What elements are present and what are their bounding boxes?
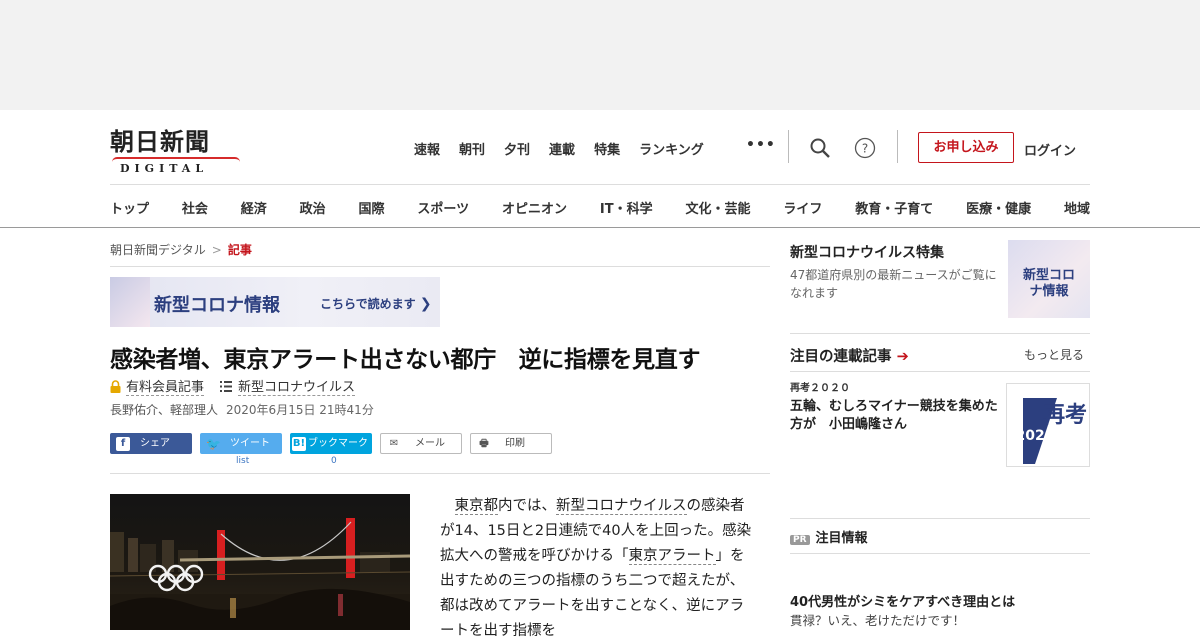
nav-rensai[interactable]: 連載 (549, 139, 575, 158)
feature-thumbnail[interactable]: 新型コロナ情報 (1008, 240, 1090, 318)
category-nav: トップ 社会 経済 政治 国際 スポーツ オピニオン IT・科学 文化・芸能 ラ… (110, 184, 1090, 217)
help-icon[interactable]: ? (854, 137, 876, 159)
divider (790, 553, 1090, 554)
breadcrumb-home[interactable]: 朝日新聞デジタル (110, 243, 206, 257)
rainbow-bridge-photo (110, 518, 410, 630)
svg-text:2020: 2020 (1016, 428, 1055, 444)
divider (790, 333, 1090, 334)
breadcrumb-current: 記事 (227, 243, 252, 257)
category-local[interactable]: 地域 (1064, 198, 1090, 217)
authors: 長野佑介、軽部理人 (110, 403, 219, 417)
svg-text:?: ? (862, 142, 868, 156)
article-body: 東京都内では、新型コロナウイルスの感染者が14、15日と2日連続で40人を上回っ… (440, 498, 752, 639)
category-health[interactable]: 医療・健康 (966, 198, 1031, 217)
site-logo[interactable]: 朝日新聞 DIGITAL (110, 124, 242, 175)
arrow-right-icon: ➔ (896, 349, 909, 365)
nav-ranking[interactable]: ランキング (639, 139, 704, 158)
top-nav: 速報 朝刊 夕刊 連載 特集 ランキング (414, 139, 723, 158)
publish-date: 2020年6月15日 21時41分 (226, 403, 374, 417)
print-button[interactable]: 🖶 印刷 (470, 433, 552, 454)
serial-thumbnail[interactable]: 再考 2020 (1006, 383, 1090, 467)
article-meta: 有料会員記事 新型コロナウイルス (110, 376, 356, 396)
hatena-bookmark-button[interactable]: B! ブックマーク (290, 433, 372, 454)
byline: 長野佑介、軽部理人 2020年6月15日 21時41分 (110, 401, 374, 418)
tokyo-link[interactable]: 東京都 (454, 498, 498, 515)
category-politics[interactable]: 政治 (300, 198, 326, 217)
list-icon (220, 380, 233, 392)
divider (110, 473, 770, 474)
breadcrumb: 朝日新聞デジタル > 記事 (110, 243, 252, 257)
mail-share-button[interactable]: ✉ メール (380, 433, 462, 454)
corona-info-banner[interactable]: 新型コロナ情報 こちらで読めます ❯ (110, 277, 440, 327)
more-menu-icon[interactable]: ••• (746, 137, 776, 153)
topic-link[interactable]: 新型コロナウイルス (238, 376, 356, 396)
article-photo[interactable] (110, 494, 410, 630)
divider (897, 130, 898, 163)
serial-series-name: 再考２０２０ (790, 383, 850, 394)
category-economy[interactable]: 経済 (241, 198, 267, 217)
nav-choukan[interactable]: 朝刊 (459, 139, 485, 158)
category-opinion[interactable]: オピニオン (502, 198, 567, 217)
nav-sokuho[interactable]: 速報 (414, 139, 440, 158)
divider (790, 518, 1090, 519)
apply-button[interactable]: お申し込み (918, 132, 1014, 163)
pr-badge: PR (790, 535, 810, 545)
category-education[interactable]: 教育・子育て (855, 198, 933, 217)
category-life[interactable]: ライフ (783, 198, 822, 217)
chevron-right-icon: ❯ (419, 296, 432, 312)
divider (788, 130, 789, 163)
hatena-count[interactable]: 0 (331, 456, 337, 466)
banner-decoration (110, 277, 150, 327)
saiko-logo-icon: 再考 2020 (1016, 398, 1087, 464)
serial-more-link[interactable]: もっと見る (1024, 346, 1084, 364)
tokyo-alert-link[interactable]: 東京アラート (628, 548, 716, 565)
article-title: 感染者増、東京アラート出さない都庁 逆に指標を見直す (110, 347, 701, 373)
feature-title[interactable]: 新型コロナウイルス特集 (790, 242, 944, 262)
print-icon: 🖶 (479, 437, 489, 449)
divider (790, 371, 1090, 372)
pr-article-title[interactable]: 40代男性がシミをケアすべき理由とは (790, 591, 1015, 610)
mail-icon: ✉ (389, 437, 399, 449)
login-link[interactable]: ログイン (1024, 140, 1076, 159)
pr-heading: PR 注目情報 (790, 527, 868, 546)
covid-link[interactable]: 新型コロナウイルス (556, 498, 687, 515)
category-society[interactable]: 社会 (182, 198, 208, 217)
svg-text:再考: 再考 (1043, 402, 1087, 428)
divider (110, 266, 770, 267)
ad-area (0, 0, 1200, 110)
category-sports[interactable]: スポーツ (417, 198, 469, 217)
category-top[interactable]: トップ (110, 198, 149, 217)
facebook-share-button[interactable]: f シェア (110, 433, 192, 454)
serial-article-title[interactable]: 五輪、むしろマイナー競技を集めた方が 小田嶋隆さん (790, 398, 1002, 434)
category-international[interactable]: 国際 (359, 198, 385, 217)
nav-yukan[interactable]: 夕刊 (504, 139, 530, 158)
category-it-science[interactable]: IT・科学 (600, 198, 653, 217)
pr-article-subtitle: 貫禄？いえ、老けただけです！ (790, 613, 966, 628)
twitter-count[interactable]: list (236, 456, 249, 466)
feature-description: 47都道府県別の最新ニュースがご覧になれます (790, 268, 997, 300)
nav-tokushu[interactable]: 特集 (594, 139, 620, 158)
lock-icon (110, 379, 121, 393)
category-culture[interactable]: 文化・芸能 (685, 198, 750, 217)
twitter-icon: 🐦 (206, 436, 221, 451)
site-header: 朝日新聞 DIGITAL 速報 朝刊 夕刊 連載 特集 ランキング ••• ? … (0, 110, 1200, 228)
facebook-icon: f (116, 436, 130, 451)
search-icon[interactable] (809, 137, 831, 159)
twitter-share-button[interactable]: 🐦 ツイート (200, 433, 282, 454)
serial-heading: 注目の連載記事 ➔ (790, 349, 909, 365)
hatena-icon: B! (292, 436, 306, 451)
paid-member-link[interactable]: 有料会員記事 (126, 376, 205, 396)
